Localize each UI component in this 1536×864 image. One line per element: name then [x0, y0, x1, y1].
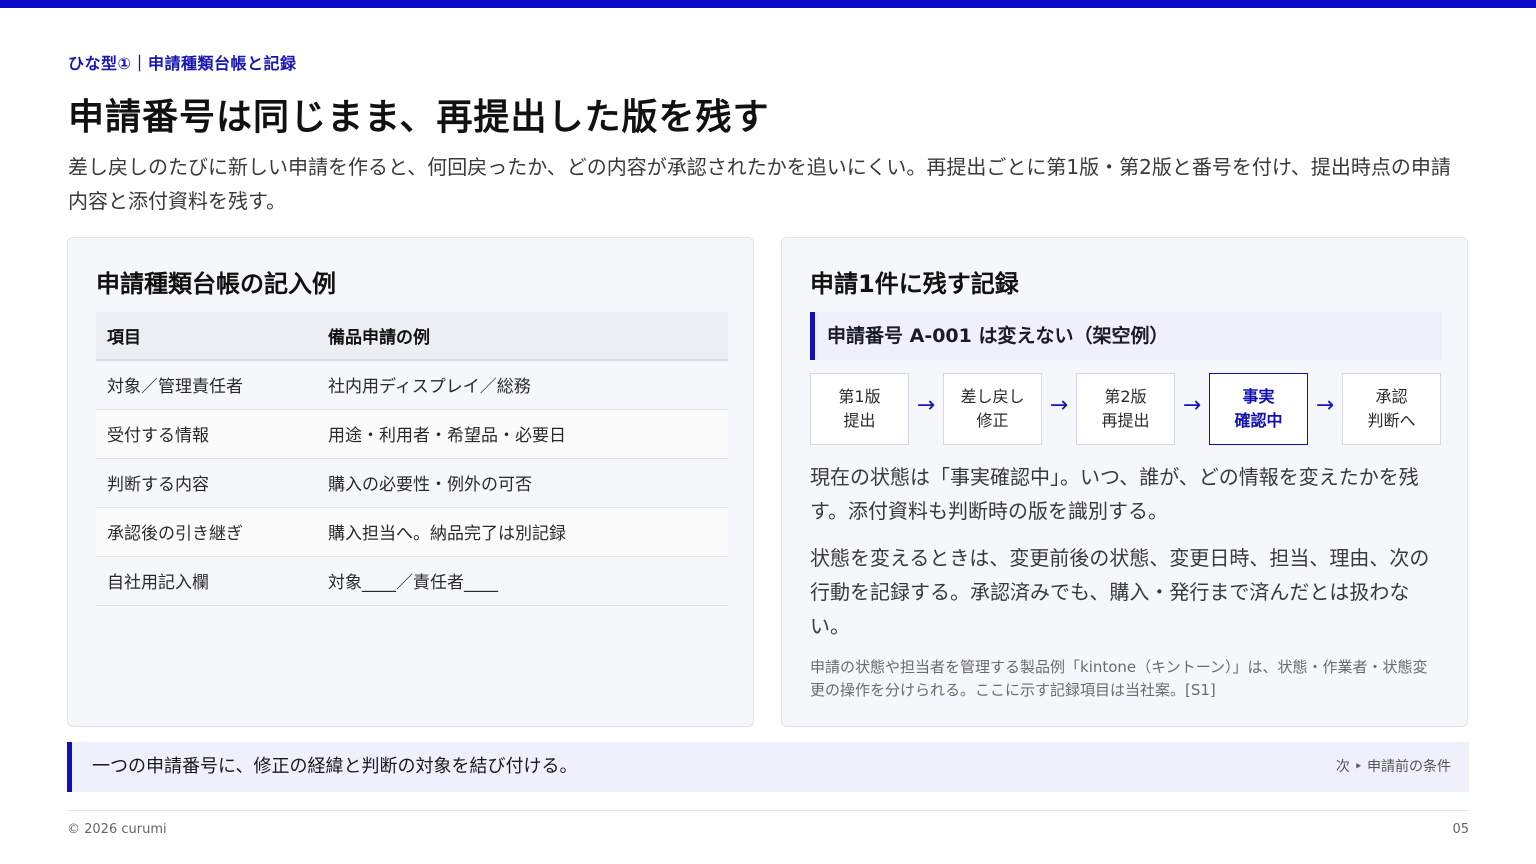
record-card: 申請1件に残す記録 申請番号 A-001 は変えない（架空例） 第1版 提出 →…	[781, 237, 1468, 727]
source-note: 申請の状態や担当者を管理する製品例「kintone（キントーン）」は、状態・作業…	[810, 658, 1428, 699]
page-title: 申請番号は同じまま、再提出した版を残す	[68, 97, 770, 138]
change-record-paragraph: 状態を変えるときは、変更前後の状態、変更日時、担当、理由、次の行動を記録する。承…	[810, 546, 1430, 638]
arrow-right-icon: →	[1049, 393, 1069, 418]
ledger-table: 項目 備品申請の例 対象／管理責任者 社内用ディスプレイ／総務 受付する情報 用…	[96, 312, 728, 606]
step-approval-judgement: 承認 判断へ	[1342, 373, 1441, 445]
table-row: 対象／管理責任者 社内用ディスプレイ／総務	[96, 360, 728, 410]
status-paragraph: 現在の状態は「事実確認中」。いつ、誰が、どの情報を変えたかを残す。添付資料も判断…	[810, 465, 1419, 523]
ledger-example-card: 申請種類台帳の記入例 項目 備品申請の例 対象／管理責任者 社内用ディスプレイ／…	[67, 237, 754, 727]
top-accent-bar	[0, 0, 1536, 8]
table-cell: 承認後の引き継ぎ	[96, 507, 317, 557]
step-fact-check-current: 事実 確認中	[1209, 373, 1308, 445]
record-card-heading: 申請1件に残す記録	[810, 270, 1019, 298]
step-line: 確認中	[1234, 411, 1283, 430]
arrow-right-icon: →	[1182, 393, 1202, 418]
page-number: 05	[1452, 822, 1469, 837]
table-cell: 自社用記入欄	[96, 556, 317, 606]
step-line: 事実	[1242, 387, 1275, 406]
table-cell: 受付する情報	[96, 409, 317, 459]
ledger-card-heading: 申請種類台帳の記入例	[96, 270, 336, 298]
next-section-link[interactable]: 次 ‣ 申請前の条件	[1336, 742, 1451, 792]
summary-text: 一つの申請番号に、修正の経緯と判断の対象を結び付ける。	[92, 756, 578, 777]
column-header-example: 備品申請の例	[317, 312, 728, 361]
lead-paragraph: 差し戻しのたびに新しい申請を作ると、何回戻ったか、どの内容が承認されたかを追いに…	[68, 155, 1451, 213]
step-version1-submit: 第1版 提出	[810, 373, 909, 445]
step-line: 提出	[843, 411, 876, 430]
table-row: 承認後の引き継ぎ 購入担当へ。納品完了は別記録	[96, 507, 728, 557]
table-row: 自社用記入欄 対象____／責任者____	[96, 556, 728, 606]
table-cell: 用途・利用者・希望品・必要日	[317, 409, 728, 459]
table-cell: 対象／管理責任者	[96, 360, 317, 410]
step-version2-resubmit: 第2版 再提出	[1076, 373, 1175, 445]
step-line: 修正	[976, 411, 1009, 430]
step-line: 第1版	[838, 387, 881, 406]
table-cell: 社内用ディスプレイ／総務	[317, 360, 728, 410]
application-number-callout: 申請番号 A-001 は変えない（架空例）	[810, 312, 1442, 360]
step-sendback-fix: 差し戻し 修正	[943, 373, 1042, 445]
version-flow: 第1版 提出 → 差し戻し 修正 → 第2版 再提出 → 事実 確認中 → 承認…	[810, 373, 1442, 445]
arrow-right-icon: →	[1315, 393, 1335, 418]
table-cell: 対象____／責任者____	[317, 556, 728, 606]
step-line: 第2版	[1104, 387, 1147, 406]
table-row: 判断する内容 購入の必要性・例外の可否	[96, 458, 728, 508]
step-line: 差し戻し	[960, 387, 1025, 406]
step-line: 判断へ	[1367, 411, 1416, 430]
summary-bar: 一つの申請番号に、修正の経緯と判断の対象を結び付ける。 次 ‣ 申請前の条件	[67, 742, 1469, 792]
section-eyebrow: ひな型①｜申請種類台帳と記録	[68, 54, 297, 73]
table-cell: 購入担当へ。納品完了は別記録	[317, 507, 728, 557]
footer-divider	[67, 810, 1469, 811]
column-header-item: 項目	[96, 312, 317, 361]
table-cell: 購入の必要性・例外の可否	[317, 458, 728, 508]
table-row: 受付する情報 用途・利用者・希望品・必要日	[96, 409, 728, 459]
step-line: 承認	[1375, 387, 1408, 406]
step-line: 再提出	[1101, 411, 1150, 430]
arrow-right-icon: →	[916, 393, 936, 418]
table-cell: 判断する内容	[96, 458, 317, 508]
footer-copyright: © 2026 curumi	[67, 822, 167, 837]
table-header-row: 項目 備品申請の例	[96, 312, 728, 361]
